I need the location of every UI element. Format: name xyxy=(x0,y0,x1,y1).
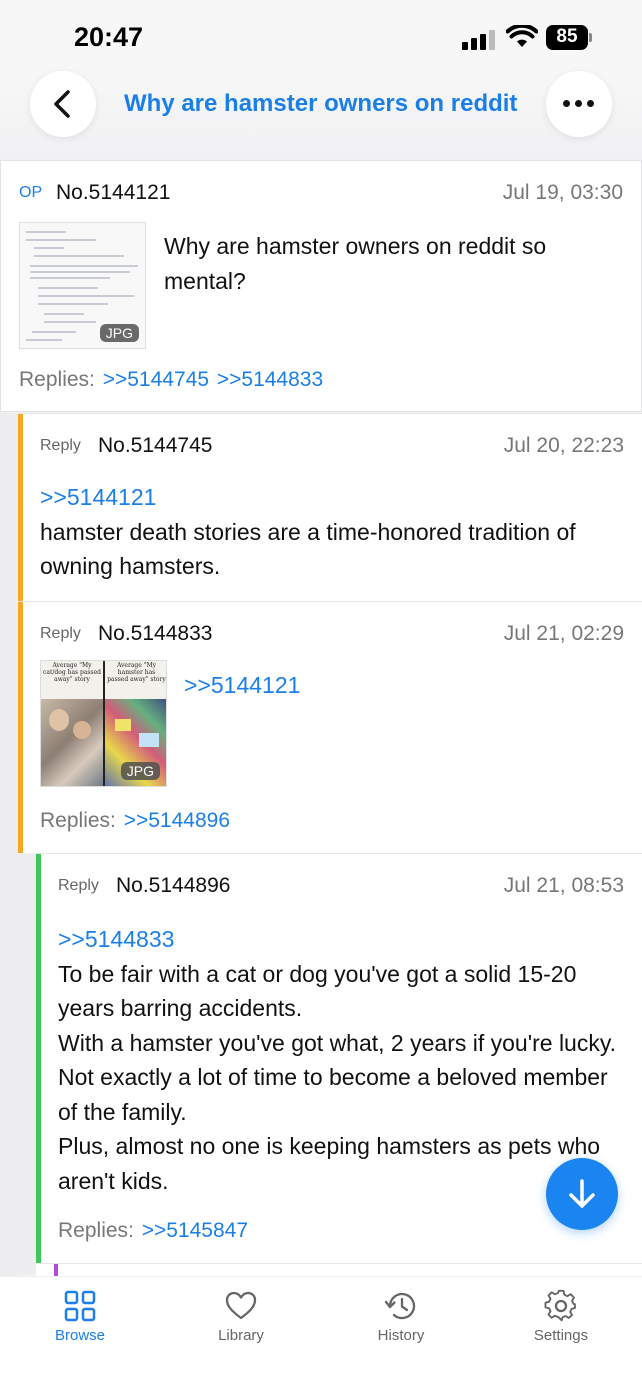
wifi-icon xyxy=(506,25,538,47)
image-type-badge: JPG xyxy=(99,324,139,342)
battery-icon: 85 xyxy=(546,25,592,51)
post-text: hamster death stories are a time-honored… xyxy=(40,518,576,580)
tab-library[interactable]: Library xyxy=(181,1289,301,1344)
reply-accent-bar xyxy=(18,414,23,601)
more-options-button[interactable] xyxy=(546,71,612,137)
history-icon xyxy=(384,1292,416,1320)
reply-accent-bar xyxy=(18,602,23,853)
tab-label: Library xyxy=(218,1327,264,1344)
replies-row: Replies: >>5144896 xyxy=(40,809,230,833)
nav-header: Why are hamster owners on reddit so ment… xyxy=(0,71,642,158)
image-caption-left: Average "My cat/dog has passed away" sto… xyxy=(43,662,101,683)
post-date: Jul 19, 03:30 xyxy=(502,181,623,204)
post-text-line: Plus, almost no one is keeping hamsters … xyxy=(58,1133,601,1194)
replies-label: Replies: xyxy=(19,368,95,391)
replies-label: Replies: xyxy=(58,1219,134,1242)
arrow-down-icon xyxy=(569,1179,595,1208)
page-title: Why are hamster owners on reddit so ment… xyxy=(124,90,522,117)
heart-icon xyxy=(225,1291,257,1320)
reply-accent-bar xyxy=(36,854,41,1263)
post-body: >>5144121 hamster death stories are a ti… xyxy=(40,480,630,584)
post-number: No.5144745 xyxy=(98,434,213,457)
status-time: 20:47 xyxy=(74,22,144,52)
reply-link[interactable]: >>5144833 xyxy=(217,368,323,391)
reply-accent-bar xyxy=(54,1264,58,1276)
post-body: >>5144833 To be fair with a cat or dog y… xyxy=(58,922,628,1198)
thread-indent-rail-nested xyxy=(18,854,36,1274)
post-number: No.5144833 xyxy=(98,622,213,645)
tab-settings[interactable]: Settings xyxy=(501,1289,621,1344)
post-number: No.5144896 xyxy=(116,874,231,897)
post-body: Why are hamster owners on reddit so ment… xyxy=(164,233,547,294)
post-number: No.5144121 xyxy=(56,181,171,204)
gear-icon xyxy=(544,1289,576,1322)
post-op: OP No.5144121 Jul 19, 03:30 JPG Why are … xyxy=(0,160,642,412)
post-date: Jul 21, 02:29 xyxy=(503,622,624,645)
back-button[interactable] xyxy=(30,71,96,137)
image-type-badge: JPG xyxy=(120,762,160,780)
post-text-line: To be fair with a cat or dog you've got … xyxy=(58,960,577,1022)
grid-icon xyxy=(64,1290,96,1322)
scroll-down-button[interactable] xyxy=(546,1158,618,1230)
reply-link[interactable]: >>5145847 xyxy=(142,1219,248,1242)
image-caption-right: Average "My hamster has passed away" sto… xyxy=(107,662,166,683)
post-text-line: With a hamster you've got what, 2 years … xyxy=(58,1029,617,1125)
post-image-thumbnail[interactable]: Average "My cat/dog has passed away" sto… xyxy=(40,660,167,787)
more-dots-icon xyxy=(563,100,595,108)
status-bar: 20:47 85 xyxy=(0,0,642,74)
reply-link[interactable]: >>5144745 xyxy=(103,368,209,391)
tab-label: Browse xyxy=(54,1327,106,1344)
tab-history[interactable]: History xyxy=(341,1289,461,1344)
chevron-left-icon xyxy=(54,90,70,118)
post-date: Jul 20, 22:23 xyxy=(503,434,624,457)
reply-link[interactable]: >>5144896 xyxy=(124,809,230,832)
post-tag: Reply xyxy=(40,625,81,642)
post-reply: Reply No.5144833 Jul 21, 02:29 Average "… xyxy=(18,601,642,853)
quote-link[interactable]: >>5144121 xyxy=(40,484,156,510)
image-panel-left: Average "My cat/dog has passed away" sto… xyxy=(41,661,103,786)
post-date: Jul 21, 08:53 xyxy=(503,874,624,897)
post-reply: Reply No.5144745 Jul 20, 22:23 >>5144121… xyxy=(18,413,642,601)
bottom-tab-bar: Browse Library History Settings xyxy=(0,1276,642,1389)
tab-browse[interactable]: Browse xyxy=(20,1289,140,1344)
thread-list[interactable]: OP No.5144121 Jul 19, 03:30 JPG Why are … xyxy=(0,158,642,1276)
quote-link[interactable]: >>5144833 xyxy=(58,926,174,952)
replies-row: Replies: >>5145847 xyxy=(58,1219,248,1243)
cellular-signal-icon xyxy=(462,30,495,50)
tab-label: History xyxy=(377,1327,425,1344)
post-tag: OP xyxy=(19,184,43,201)
post-reply-partial xyxy=(36,1263,642,1276)
quote-link[interactable]: >>5144121 xyxy=(184,668,300,703)
thread-indent-rail xyxy=(0,413,18,1276)
post-tag: Reply xyxy=(40,437,81,454)
post-tag: Reply xyxy=(58,877,99,894)
replies-label: Replies: xyxy=(40,809,116,832)
post-image-thumbnail[interactable]: JPG xyxy=(19,222,146,349)
tab-label: Settings xyxy=(533,1327,589,1344)
replies-row: Replies: >>5144745 >>5144833 xyxy=(19,368,323,392)
battery-level: 85 xyxy=(556,26,578,47)
